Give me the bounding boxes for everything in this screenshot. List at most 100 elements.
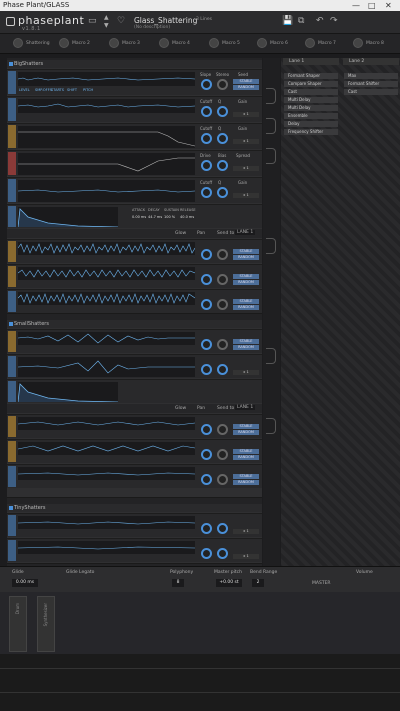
group-title[interactable]: BigShatters bbox=[7, 60, 262, 68]
lane-connector[interactable] bbox=[266, 348, 276, 364]
copy-icon[interactable]: ⧉ bbox=[298, 16, 304, 26]
macro-7[interactable]: Macro 7 bbox=[305, 38, 350, 49]
lane-1-header[interactable]: Lane 1 bbox=[283, 58, 339, 65]
module-strip[interactable] bbox=[8, 125, 16, 148]
macro-5[interactable]: Macro 5 bbox=[209, 38, 254, 49]
waveform-display[interactable] bbox=[18, 417, 195, 430]
cutoff-knob[interactable] bbox=[201, 364, 212, 375]
cutoff-knob[interactable] bbox=[201, 523, 212, 534]
stable-button[interactable]: STABLE bbox=[233, 249, 259, 254]
waveform-display[interactable] bbox=[18, 541, 195, 554]
slope-knob[interactable] bbox=[201, 474, 212, 485]
envelope-values[interactable]: 0.00 ms 44.7 ms 100 % 40.0 ms bbox=[132, 215, 196, 219]
lane-effect-item[interactable]: Multi Delay bbox=[284, 97, 338, 103]
pan-toggle[interactable]: Pan bbox=[197, 231, 205, 236]
slope-button[interactable]: x 1 bbox=[233, 139, 259, 144]
lane-effect-item[interactable]: Ensemble bbox=[284, 113, 338, 119]
slope-button[interactable]: x 1 bbox=[233, 529, 259, 534]
lane-effect-item[interactable]: Max bbox=[344, 73, 398, 79]
stereo-knob[interactable] bbox=[217, 449, 228, 460]
undo-icon[interactable]: ↶ bbox=[316, 16, 324, 26]
preset-display[interactable]: Glass_Shattering (No description) bbox=[134, 16, 197, 30]
lane-effect-item[interactable]: Formant Shaper bbox=[284, 73, 338, 79]
stereo-knob[interactable] bbox=[217, 79, 228, 90]
waveform-display[interactable] bbox=[18, 516, 195, 529]
lane-connector[interactable] bbox=[266, 418, 276, 434]
heart-icon[interactable]: ♡ bbox=[117, 16, 125, 26]
drive-curve-display[interactable] bbox=[18, 153, 195, 175]
lane-effect-item[interactable]: Frequency Shifter bbox=[284, 129, 338, 135]
send-target-select[interactable]: LANE 1 bbox=[235, 405, 256, 410]
random-button[interactable]: RANDOM bbox=[233, 305, 259, 310]
random-button[interactable]: RANDOM bbox=[233, 345, 259, 350]
glow-toggle[interactable]: Glow bbox=[175, 231, 186, 236]
arrow-down-icon[interactable]: ▼ bbox=[104, 22, 109, 29]
envelope-display[interactable] bbox=[18, 382, 118, 402]
module-strip[interactable] bbox=[8, 291, 16, 312]
stable-button[interactable]: STABLE bbox=[233, 274, 259, 279]
minimize-icon[interactable]: — bbox=[352, 0, 360, 11]
send-target-select[interactable]: LANE 1 bbox=[235, 230, 256, 235]
macro-knob[interactable] bbox=[159, 38, 169, 48]
stable-button[interactable]: STABLE bbox=[233, 339, 259, 344]
q-knob[interactable] bbox=[217, 364, 228, 375]
q-knob[interactable] bbox=[217, 523, 228, 534]
macro-knob[interactable] bbox=[257, 38, 267, 48]
group-title[interactable]: SmallShatters bbox=[7, 320, 262, 328]
slope-knob[interactable] bbox=[201, 79, 212, 90]
cutoff-knob[interactable] bbox=[201, 133, 212, 144]
slope-knob[interactable] bbox=[201, 339, 212, 350]
module-strip[interactable] bbox=[8, 152, 16, 175]
slope-knob[interactable] bbox=[201, 299, 212, 310]
macro-knob[interactable] bbox=[353, 38, 363, 48]
random-button[interactable]: RANDOM bbox=[233, 455, 259, 460]
collapsed-panel[interactable]: Drum bbox=[9, 596, 27, 652]
q-knob[interactable] bbox=[217, 106, 228, 117]
module-strip[interactable] bbox=[8, 266, 16, 287]
module-strip[interactable] bbox=[8, 441, 16, 462]
q-knob[interactable] bbox=[217, 548, 228, 559]
slope-knob[interactable] bbox=[201, 249, 212, 260]
module-strip[interactable] bbox=[8, 416, 16, 437]
lane-effect-item[interactable]: Compare Shaper bbox=[284, 81, 338, 87]
bend-range-value[interactable]: 2 bbox=[252, 579, 264, 587]
macro-knob[interactable] bbox=[59, 38, 69, 48]
module-strip[interactable] bbox=[8, 381, 16, 402]
stereo-knob[interactable] bbox=[217, 474, 228, 485]
module-strip[interactable] bbox=[8, 515, 16, 536]
lane-connector[interactable] bbox=[266, 148, 276, 164]
collapsed-panel[interactable]: Synthesizer bbox=[37, 596, 55, 652]
group-title[interactable]: TinyShatters bbox=[7, 504, 262, 512]
q-knob[interactable] bbox=[217, 187, 228, 198]
lane-connector[interactable] bbox=[266, 88, 276, 104]
random-button[interactable]: RANDOM bbox=[233, 255, 259, 260]
slope-button[interactable]: x 1 bbox=[233, 370, 259, 375]
random-button[interactable]: RANDOM bbox=[233, 480, 259, 485]
stereo-knob[interactable] bbox=[217, 299, 228, 310]
slope-knob[interactable] bbox=[201, 424, 212, 435]
macro-knob[interactable] bbox=[209, 38, 219, 48]
redo-icon[interactable]: ↷ bbox=[330, 16, 338, 26]
stereo-knob[interactable] bbox=[217, 249, 228, 260]
close-icon[interactable]: ✕ bbox=[385, 0, 392, 11]
cutoff-knob[interactable] bbox=[201, 106, 212, 117]
macro-3[interactable]: Macro 3 bbox=[109, 38, 154, 49]
filter-curve-display[interactable] bbox=[18, 126, 195, 148]
slope-button[interactable]: x 1 bbox=[233, 112, 259, 117]
lane-effect-item[interactable]: Multi Delay bbox=[284, 105, 338, 111]
filter-curve-display[interactable] bbox=[18, 180, 195, 202]
lane-effect-item[interactable]: Cast bbox=[284, 89, 338, 95]
glow-toggle[interactable]: Glow bbox=[175, 406, 186, 411]
macro-knob[interactable] bbox=[305, 38, 315, 48]
legato-toggle[interactable]: Glide Legato bbox=[66, 570, 94, 575]
waveform-display[interactable] bbox=[18, 442, 195, 455]
slope-button[interactable]: x 1 bbox=[233, 554, 259, 559]
macro-knob[interactable] bbox=[13, 38, 23, 48]
module-strip[interactable] bbox=[8, 241, 16, 262]
slope-knob[interactable] bbox=[201, 274, 212, 285]
macro-6[interactable]: Macro 6 bbox=[257, 38, 302, 49]
waveform-display[interactable] bbox=[18, 72, 195, 86]
module-strip[interactable] bbox=[8, 179, 16, 202]
stable-button[interactable]: STABLE bbox=[233, 299, 259, 304]
envelope-display[interactable] bbox=[18, 207, 118, 227]
